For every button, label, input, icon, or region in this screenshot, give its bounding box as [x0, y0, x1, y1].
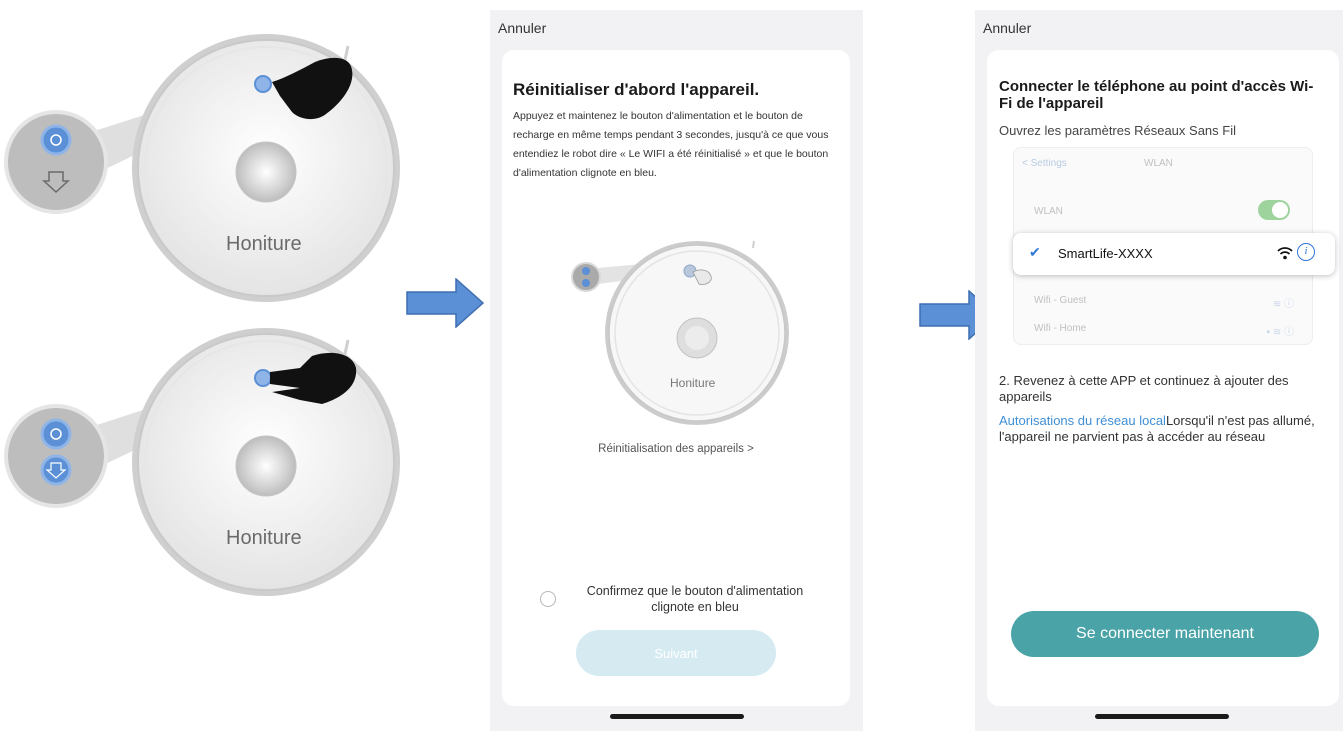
robot-image: Honiture [571, 240, 789, 425]
network-name: SmartLife-XXXX [1058, 246, 1153, 261]
network-row-guest: Wifi - Guest [1034, 295, 1087, 306]
lock-wifi-icon: ▪ ≋ ⓘ [1266, 327, 1294, 338]
next-button[interactable]: Suivant [576, 630, 776, 676]
confirm-blink-row[interactable]: Confirmez que le bouton d'alimentation c… [540, 583, 830, 619]
arrow-right-icon [406, 278, 484, 328]
wifi-signal-icon: ≋ ⓘ [1272, 299, 1294, 310]
home-indicator [610, 714, 744, 719]
bottom-robot-brand: Honiture [226, 527, 302, 549]
top-robot [4, 34, 400, 302]
checkmark-icon: ✔ [1029, 244, 1041, 260]
wlan-header: WLAN [1144, 158, 1173, 169]
info-icon: i [1297, 243, 1315, 261]
cancel-button[interactable]: Annuler [983, 20, 1031, 36]
top-robot-brand: Honiture [226, 233, 302, 255]
cancel-button[interactable]: Annuler [498, 20, 546, 36]
robot-brand-label: Honiture [670, 376, 716, 390]
connect-hotspot-screen: Annuler Connecter le téléphone au point … [975, 10, 1343, 731]
reset-device-screen: Annuler Réinitialiser d'abord l'appareil… [490, 10, 863, 731]
instruction-subtitle: Ouvrez les paramètres Réseaux Sans Fil [999, 123, 1236, 138]
reset-devices-link[interactable]: Réinitialisation des appareils > [502, 443, 850, 455]
robot-reset-illustration: Honiture Honiture [0, 0, 400, 731]
home-indicator [1095, 714, 1229, 719]
confirm-radio[interactable] [540, 591, 556, 607]
page-title: Réinitialiser d'abord l'appareil. [513, 80, 760, 99]
instruction-text: Appuyez et maintenez le bouton d'aliment… [513, 110, 829, 179]
wifi-icon [1277, 247, 1293, 260]
confirm-label: Confirmez que le bouton d'alimentation c… [586, 584, 804, 614]
instruction-card: Réinitialiser d'abord l'appareil. Appuye… [502, 50, 850, 706]
network-row-home: Wifi - Home [1034, 323, 1087, 334]
wlan-label: WLAN [1034, 206, 1063, 217]
instruction-card: Connecter le téléphone au point d'accès … [987, 50, 1339, 706]
settings-back-link: < Settings [1022, 158, 1067, 169]
wlan-toggle [1258, 200, 1290, 220]
selected-network-row: ✔ SmartLife-XXXX i [1013, 233, 1335, 275]
page-title: Connecter le téléphone au point d'accès … [999, 78, 1314, 112]
bottom-robot [4, 328, 400, 596]
